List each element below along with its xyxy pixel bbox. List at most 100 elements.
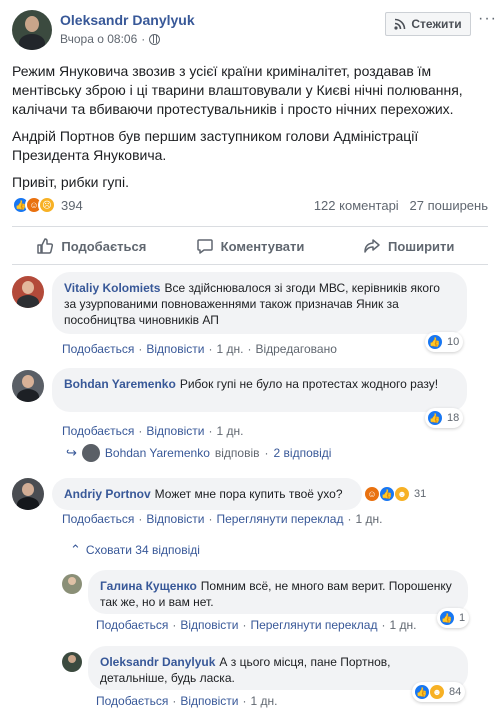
reply-comment: Oleksandr Danylyuk А з цього місця, пане … xyxy=(0,646,500,717)
comment-button[interactable]: Коментувати xyxy=(171,230,330,262)
view-replies-link[interactable]: ↪ Bohdan Yaremenko відповів · 2 відповід… xyxy=(66,444,331,462)
comment-bubble: Bohdan Yaremenko Рибок гупі не було на пр… xyxy=(52,368,467,412)
haha-reaction-icon: ☻ xyxy=(429,684,445,700)
comment-reply-link[interactable]: Відповісти xyxy=(180,694,238,708)
share-button[interactable]: Поширити xyxy=(329,230,488,262)
author-avatar[interactable] xyxy=(12,10,52,50)
comment-reply-link[interactable]: Відповісти xyxy=(180,618,238,632)
reaction-count: 84 xyxy=(449,686,462,698)
share-label: Поширити xyxy=(387,238,455,254)
haha-reaction-icon: ☻ xyxy=(394,486,410,502)
comment-like-link[interactable]: Подобається xyxy=(96,618,168,632)
more-options-icon[interactable]: ··· xyxy=(478,10,497,28)
comment-like-link[interactable]: Подобається xyxy=(62,424,134,438)
comment-like-link[interactable]: Подобається xyxy=(96,694,168,708)
commenter-name[interactable]: Andriy Portnov xyxy=(64,487,151,501)
comment-text: Рибок гупі не було на протестах жодного … xyxy=(179,377,439,391)
hide-replies-link[interactable]: ⌃ Сховати 34 відповіді xyxy=(70,542,200,558)
comment-time[interactable]: 1 дн. xyxy=(216,342,243,356)
like-reaction-icon: 👍 xyxy=(427,334,443,350)
like-reaction-icon: 👍 xyxy=(439,610,455,626)
comment-like-link[interactable]: Подобається xyxy=(62,342,134,356)
commenter-avatar[interactable] xyxy=(12,276,44,308)
shares-count[interactable]: 27 поширень xyxy=(410,198,488,213)
post-paragraph: Андрій Портнов був першим заступником го… xyxy=(12,128,419,163)
reaction-count: 1 xyxy=(459,612,466,624)
comment-label: Коментувати xyxy=(220,238,305,254)
comment-actions: Подобається · Відповісти · 1 дн. xyxy=(96,694,278,708)
reaction-count: 394 xyxy=(61,197,83,213)
commenter-avatar[interactable] xyxy=(62,652,82,672)
hide-replies-label: Сховати 34 відповіді xyxy=(85,543,200,557)
see-translation-link[interactable]: Переглянути переклад xyxy=(216,512,343,526)
comment: Andriy Portnov Может мне пора купить твоё… xyxy=(0,476,500,562)
post-text: Режим Януковича звозив з усієї країни кр… xyxy=(12,62,488,200)
comment-reply-link[interactable]: Відповісти xyxy=(146,512,204,526)
post-meta: Вчора о 08:06 · xyxy=(60,32,161,46)
comment-bubble: Vitaliy Kolomiets Все здійснювалося зі зг… xyxy=(52,272,467,334)
comment-edited: Відредаговано xyxy=(255,342,337,356)
chevron-up-icon: ⌃ xyxy=(70,542,81,557)
reaction-summary[interactable]: 👍 ☺ ☹ 394 xyxy=(12,196,83,214)
angry-reaction-icon: ☺ xyxy=(364,486,380,502)
commenter-name[interactable]: Bohdan Yaremenko xyxy=(64,377,176,391)
comment-time[interactable]: 1 дн. xyxy=(216,424,243,438)
reaction-count: 31 xyxy=(414,488,427,500)
comment: Bohdan Yaremenko Рибок гупі не було на пр… xyxy=(0,368,500,468)
comment-time[interactable]: 1 дн. xyxy=(389,618,416,632)
stats-right: 122 коментарі 27 поширень xyxy=(314,198,488,213)
commenter-avatar[interactable] xyxy=(62,574,82,594)
comment-time[interactable]: 1 дн. xyxy=(355,512,382,526)
like-reaction-icon: 👍 xyxy=(427,410,443,426)
post-header: Oleksandr Danylyuk Вчора о 08:06 · Стежи… xyxy=(0,0,500,56)
sad-reaction-icon: ☹ xyxy=(38,196,56,214)
comment-reactions[interactable]: 👍 10 xyxy=(425,332,464,352)
comment-like-link[interactable]: Подобається xyxy=(62,512,134,526)
comment-actions: Подобається · Відповісти · Переглянути перек… xyxy=(62,512,383,526)
like-reaction-icon: 👍 xyxy=(379,486,395,502)
commenter-name[interactable]: Oleksandr Danylyuk xyxy=(100,655,215,669)
post-stats: 👍 ☺ ☹ 394 122 коментарі 27 поширень xyxy=(12,194,488,216)
comment-icon xyxy=(196,239,213,254)
comment-reactions[interactable]: 👍 ☻ 84 xyxy=(412,682,466,702)
comment-reactions[interactable]: 👍 18 xyxy=(425,408,464,428)
replier-verb: відповів xyxy=(214,446,260,460)
reply-comment: Галина Кущенко Помним всё, не много вам в… xyxy=(0,568,500,638)
comment-reactions[interactable]: ☺ 👍 ☻ 31 xyxy=(362,484,430,504)
like-button[interactable]: Подобається xyxy=(12,230,171,262)
see-translation-link[interactable]: Переглянути переклад xyxy=(250,618,377,632)
follow-button[interactable]: Стежити xyxy=(385,12,471,36)
reply-arrow-icon: ↪ xyxy=(66,445,77,460)
post-paragraph: Режим Януковича звозив з усієї країни кр… xyxy=(12,63,463,117)
post-time[interactable]: Вчора о 08:06 xyxy=(60,32,137,46)
thumbs-up-icon xyxy=(37,238,54,254)
replies-count: 2 відповіді xyxy=(273,446,332,460)
like-reaction-icon: 👍 xyxy=(414,684,430,700)
post-paragraph: Привіт, рибки гупі. xyxy=(12,174,130,190)
comment-bubble: Oleksandr Danylyuk А з цього місця, пане … xyxy=(88,646,468,690)
comment-text: Может мне пора купить твоё ухо? xyxy=(154,487,343,501)
comment-reply-link[interactable]: Відповісти xyxy=(146,424,204,438)
globe-icon xyxy=(149,33,161,45)
comment-actions: Подобається · Відповісти · 1 дн. · Відредагова… xyxy=(62,342,337,356)
rss-icon xyxy=(394,18,406,30)
comment-reply-link[interactable]: Відповісти xyxy=(146,342,204,356)
comment: Vitaliy Kolomiets Все здійснювалося зі зг… xyxy=(0,270,500,358)
divider xyxy=(12,264,488,265)
comment-reactions[interactable]: 👍 1 xyxy=(437,608,470,628)
commenter-avatar[interactable] xyxy=(12,370,44,402)
comment-actions: Подобається · Відповісти · Переглянути перек… xyxy=(96,618,417,632)
comment-time[interactable]: 1 дн. xyxy=(250,694,277,708)
comment-bubble: Галина Кущенко Помним всё, не много вам в… xyxy=(88,570,468,614)
commenter-name[interactable]: Галина Кущенко xyxy=(100,579,197,593)
post-author[interactable]: Oleksandr Danylyuk xyxy=(60,12,195,28)
commenter-avatar[interactable] xyxy=(12,478,44,510)
comments-count[interactable]: 122 коментарі xyxy=(314,198,399,213)
replier-name: Bohdan Yaremenko xyxy=(104,446,210,460)
commenter-name[interactable]: Vitaliy Kolomiets xyxy=(64,281,160,295)
follow-label: Стежити xyxy=(411,17,462,31)
reaction-count: 18 xyxy=(447,412,460,424)
like-label: Подобається xyxy=(61,238,147,254)
reaction-count: 10 xyxy=(447,336,460,348)
divider xyxy=(12,226,488,227)
